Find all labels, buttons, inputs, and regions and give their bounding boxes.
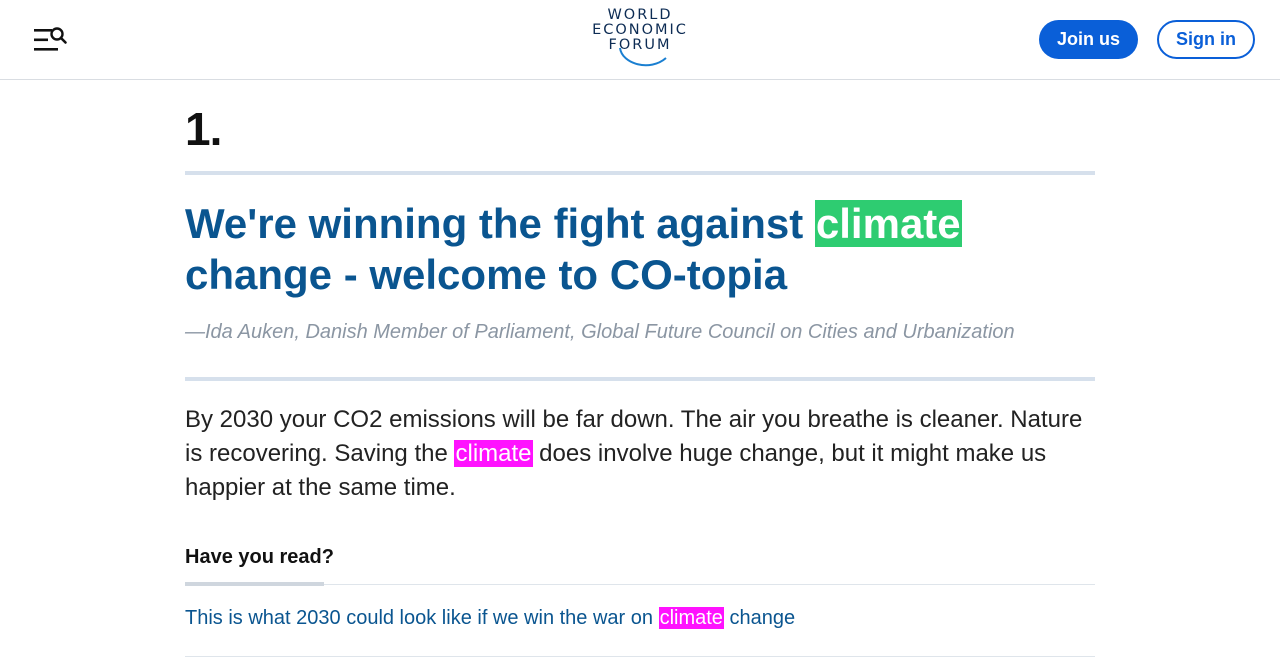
menu-search-icon [34, 27, 67, 51]
quote-text-after: change - welcome to CO-topia [185, 251, 788, 298]
quote-number: 1. [185, 103, 222, 155]
divider-bottom [185, 377, 1095, 381]
logo-arc-icon [619, 47, 667, 67]
sign-in-button[interactable]: Sign in [1157, 20, 1255, 59]
quote-attribution: —Ida Auken, Danish Member of Parliament,… [185, 321, 1015, 343]
article-body: By 2030 your CO2 emissions will be far d… [185, 403, 1095, 505]
logo-line-2: ECONOMIC [592, 22, 688, 38]
quote-highlight: climate [814, 200, 962, 247]
join-us-button[interactable]: Join us [1039, 20, 1138, 59]
related-heading-underline [185, 582, 324, 586]
quote-headline: We're winning the fight against climate … [185, 198, 1095, 300]
link-text-after: change [723, 607, 796, 629]
body-highlight: climate [454, 440, 533, 467]
link-text-before: This is what 2030 could look like if we … [185, 607, 659, 629]
wef-logo[interactable]: WORLD ECONOMIC FORUM [588, 8, 692, 72]
related-heading: Have you read? [185, 546, 334, 568]
quote-text-before: We're winning the fight against [185, 200, 815, 247]
menu-search-button[interactable] [32, 26, 68, 54]
logo-line-1: WORLD [607, 7, 673, 23]
link-highlight: climate [658, 607, 724, 629]
divider-top [185, 171, 1095, 175]
related-article-link[interactable]: This is what 2030 could look like if we … [185, 607, 795, 630]
related-bottom-divider [185, 656, 1095, 657]
site-header: WORLD ECONOMIC FORUM Join us Sign in [0, 0, 1280, 80]
